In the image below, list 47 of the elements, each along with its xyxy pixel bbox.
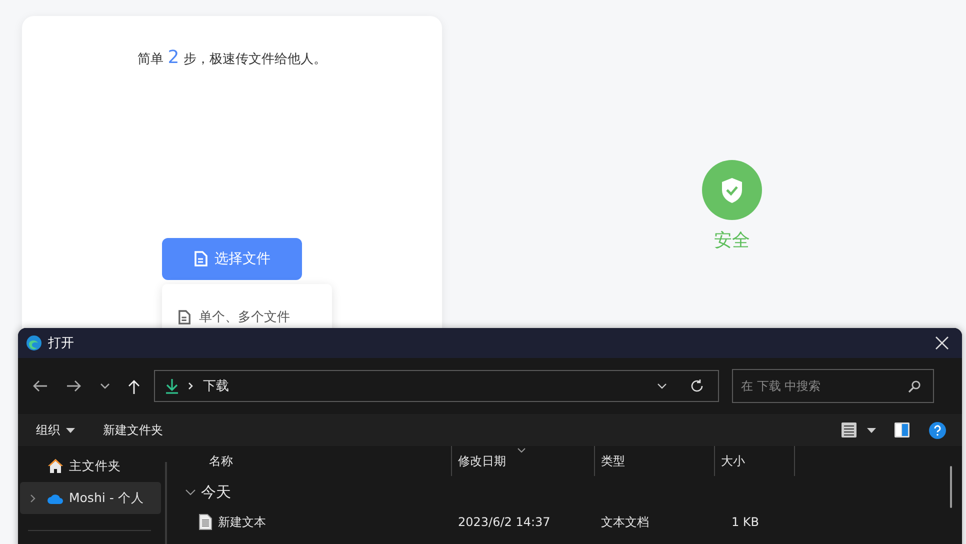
menu-item-label: 单个、多个文件 — [199, 309, 290, 326]
browser-logo-icon — [26, 335, 42, 351]
address-bar[interactable]: 下载 — [154, 370, 719, 402]
help-icon[interactable] — [929, 422, 946, 438]
sort-chevron-icon — [517, 448, 526, 453]
expand-chevron-icon[interactable] — [30, 494, 36, 502]
file-icon — [178, 310, 191, 324]
chevron-down-icon[interactable] — [100, 383, 110, 389]
list-view-icon[interactable] — [841, 422, 857, 438]
sidebar-item[interactable]: 主文件夹 — [20, 450, 161, 482]
column-header[interactable]: 修改日期 — [452, 446, 595, 476]
file-icon — [194, 251, 208, 267]
up-arrow-icon[interactable] — [128, 378, 140, 394]
text-file-icon — [199, 514, 212, 530]
command-button[interactable]: 新建文件夹 — [93, 422, 173, 438]
command-button[interactable]: 组织 — [26, 422, 85, 438]
table-cell-text: 文本文档 — [600, 514, 650, 530]
group-header[interactable]: 今天 — [179, 476, 962, 508]
search-icon — [908, 380, 921, 393]
download-icon — [165, 378, 179, 394]
breadcrumb-chevron-icon — [188, 382, 194, 390]
table-cell-text: 2023/6/2 14:37 — [457, 515, 552, 529]
house-icon — [47, 458, 64, 474]
menu-item[interactable]: 单个、多个文件 — [162, 308, 332, 326]
close-icon[interactable] — [935, 336, 949, 350]
collapse-chevron-icon — [185, 488, 196, 496]
chevron-down-icon[interactable] — [657, 383, 667, 389]
dialog-title: 打开 — [48, 335, 74, 352]
cloud-icon — [47, 492, 64, 504]
scrollbar[interactable] — [950, 466, 952, 508]
back-arrow-icon[interactable] — [32, 379, 48, 393]
refresh-icon[interactable] — [690, 379, 704, 393]
security-label: 安全 — [714, 229, 750, 252]
breadcrumb-item[interactable]: 下载 — [203, 377, 229, 395]
caret-icon — [66, 428, 75, 432]
column-header[interactable]: 类型 — [595, 446, 715, 476]
caret-icon[interactable] — [867, 428, 876, 432]
forward-arrow-icon[interactable] — [66, 379, 82, 393]
column-header[interactable]: 大小 — [715, 446, 795, 476]
security-shield-icon — [702, 160, 762, 220]
preview-pane-icon[interactable] — [894, 422, 910, 438]
sidebar-item[interactable]: Moshi - 个人 — [20, 482, 161, 514]
search-field[interactable]: 在 下载 中搜索 — [732, 369, 934, 403]
headline: 简单 2 步，极速传文件给他人。 — [138, 47, 326, 68]
table-cell-text: 1 KB — [730, 515, 760, 529]
column-header[interactable]: 名称 — [179, 446, 452, 476]
file-name[interactable]: 新建文本 — [218, 514, 266, 530]
